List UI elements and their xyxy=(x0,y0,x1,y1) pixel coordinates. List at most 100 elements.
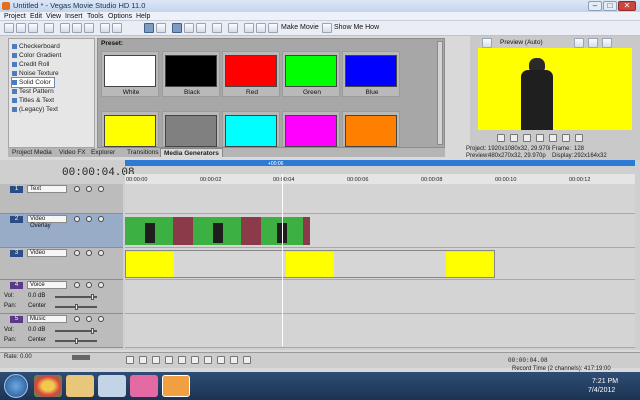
render-icon[interactable] xyxy=(244,23,254,33)
fx-icon[interactable] xyxy=(98,216,104,222)
camera-app-icon[interactable] xyxy=(130,375,158,397)
preset-cell[interactable] xyxy=(282,111,340,147)
overlays-icon[interactable] xyxy=(588,38,598,48)
track-header-music[interactable]: 5 Music Vol: 0.0 dB Pan: Center xyxy=(0,314,123,348)
pan-slider[interactable] xyxy=(55,304,97,310)
track-name[interactable]: Music xyxy=(27,315,67,323)
auto-ripple-icon[interactable] xyxy=(196,23,206,33)
volume-knob[interactable] xyxy=(91,328,94,334)
open-icon[interactable] xyxy=(16,23,26,33)
volume-slider[interactable] xyxy=(55,328,97,334)
record-icon[interactable] xyxy=(126,356,134,364)
go-to-start-icon[interactable] xyxy=(204,356,212,364)
preset-cell[interactable]: Green xyxy=(282,51,340,97)
solo-icon[interactable] xyxy=(86,216,92,222)
redo-icon[interactable] xyxy=(112,23,122,33)
generator-item-selected[interactable]: Solid Color xyxy=(11,77,55,88)
track-lane-text[interactable] xyxy=(125,184,635,214)
volume-slider[interactable] xyxy=(55,294,97,300)
playhead-cursor[interactable] xyxy=(282,174,283,346)
pan-slider[interactable] xyxy=(55,338,97,344)
stop-icon[interactable] xyxy=(191,356,199,364)
mute-icon[interactable] xyxy=(74,250,80,256)
generator-item[interactable]: Test Pattern xyxy=(12,87,54,96)
mute-icon[interactable] xyxy=(86,316,92,322)
normal-edit-tool-icon[interactable] xyxy=(144,23,154,33)
preview-play-start-icon[interactable] xyxy=(510,134,518,142)
make-movie-button[interactable]: Make Movie xyxy=(281,23,319,33)
generator-item[interactable]: (Legacy) Text xyxy=(12,105,58,114)
track-name[interactable]: Video xyxy=(27,249,67,257)
solo-icon[interactable] xyxy=(86,250,92,256)
envelope-tool-icon[interactable] xyxy=(156,23,166,33)
pause-icon[interactable] xyxy=(178,356,186,364)
record-arm-icon[interactable] xyxy=(74,282,80,288)
track-name[interactable]: Video Overlay xyxy=(27,215,67,229)
fx-icon[interactable] xyxy=(98,250,104,256)
show-me-how-button[interactable]: Show Me How xyxy=(334,23,379,33)
pan-knob[interactable] xyxy=(75,304,78,310)
preview-next-frame-icon[interactable] xyxy=(575,134,583,142)
preset-scrollbar[interactable] xyxy=(437,41,443,145)
track-name[interactable]: Voice xyxy=(27,281,67,289)
mute-icon[interactable] xyxy=(74,216,80,222)
solo-icon[interactable] xyxy=(98,316,104,322)
tab-transitions[interactable]: Transitions xyxy=(124,148,162,157)
menu-edit[interactable]: Edit xyxy=(30,12,42,21)
play-from-start-icon[interactable] xyxy=(152,356,160,364)
generator-item[interactable]: Color Gradient xyxy=(12,51,61,60)
preview-loop-icon[interactable] xyxy=(497,134,505,142)
preview-pause-icon[interactable] xyxy=(536,134,544,142)
generator-item[interactable]: Noise Texture xyxy=(12,69,59,78)
preview-quality-dropdown[interactable]: Preview (Auto) xyxy=(500,38,552,47)
media-player-icon[interactable] xyxy=(98,375,126,397)
rate-slider[interactable] xyxy=(72,355,90,360)
menu-insert[interactable]: Insert xyxy=(65,12,83,21)
track-lane-video-overlay[interactable] xyxy=(125,214,635,248)
undo-icon[interactable] xyxy=(100,23,110,33)
preset-cell[interactable]: Black xyxy=(162,51,220,97)
chrome-icon[interactable] xyxy=(34,375,62,397)
preset-cell[interactable] xyxy=(162,111,220,147)
preview-properties-icon[interactable] xyxy=(482,38,492,48)
preset-cell[interactable]: White xyxy=(101,51,159,97)
new-project-icon[interactable] xyxy=(4,23,14,33)
solo-icon[interactable] xyxy=(98,282,104,288)
copy-icon[interactable] xyxy=(72,23,82,33)
preset-cell[interactable] xyxy=(101,111,159,147)
loop-region-bar[interactable] xyxy=(125,160,635,166)
mute-icon[interactable] xyxy=(74,186,80,192)
track-name[interactable]: Text xyxy=(27,185,67,193)
record-arm-icon[interactable] xyxy=(74,316,80,322)
vegas-taskbar-icon[interactable] xyxy=(162,375,190,397)
solo-icon[interactable] xyxy=(86,186,92,192)
go-to-end-icon[interactable] xyxy=(217,356,225,364)
help-icon[interactable] xyxy=(322,23,332,33)
menu-help[interactable]: Help xyxy=(136,12,150,21)
solid-color-clip[interactable] xyxy=(125,250,495,278)
fx-icon[interactable] xyxy=(98,186,104,192)
menu-project[interactable]: Project xyxy=(4,12,26,21)
paste-icon[interactable] xyxy=(84,23,94,33)
track-header-text[interactable]: 1 Text xyxy=(0,184,123,214)
make-movie-icon[interactable] xyxy=(268,23,278,33)
track-lane-video[interactable] xyxy=(125,248,635,280)
properties-icon[interactable] xyxy=(44,23,54,33)
copy-snapshot-icon[interactable] xyxy=(602,38,612,48)
preset-cell[interactable] xyxy=(222,111,280,147)
tab-video-fx[interactable]: Video FX xyxy=(56,148,89,157)
auto-crossfade-icon[interactable] xyxy=(184,23,194,33)
tab-explorer[interactable]: Explorer xyxy=(88,148,118,157)
previous-frame-icon[interactable] xyxy=(230,356,238,364)
file-explorer-icon[interactable] xyxy=(66,375,94,397)
preset-cell[interactable]: Blue xyxy=(342,51,400,97)
volume-knob[interactable] xyxy=(91,294,94,300)
preview-prev-frame-icon[interactable] xyxy=(562,134,570,142)
preset-cell[interactable]: Red xyxy=(222,51,280,97)
snap-icon[interactable] xyxy=(172,23,182,33)
next-frame-icon[interactable] xyxy=(243,356,251,364)
taskbar-clock[interactable]: 7:21 PM xyxy=(592,378,618,385)
cut-icon[interactable] xyxy=(60,23,70,33)
play-icon[interactable] xyxy=(165,356,173,364)
upload-icon[interactable] xyxy=(256,23,266,33)
